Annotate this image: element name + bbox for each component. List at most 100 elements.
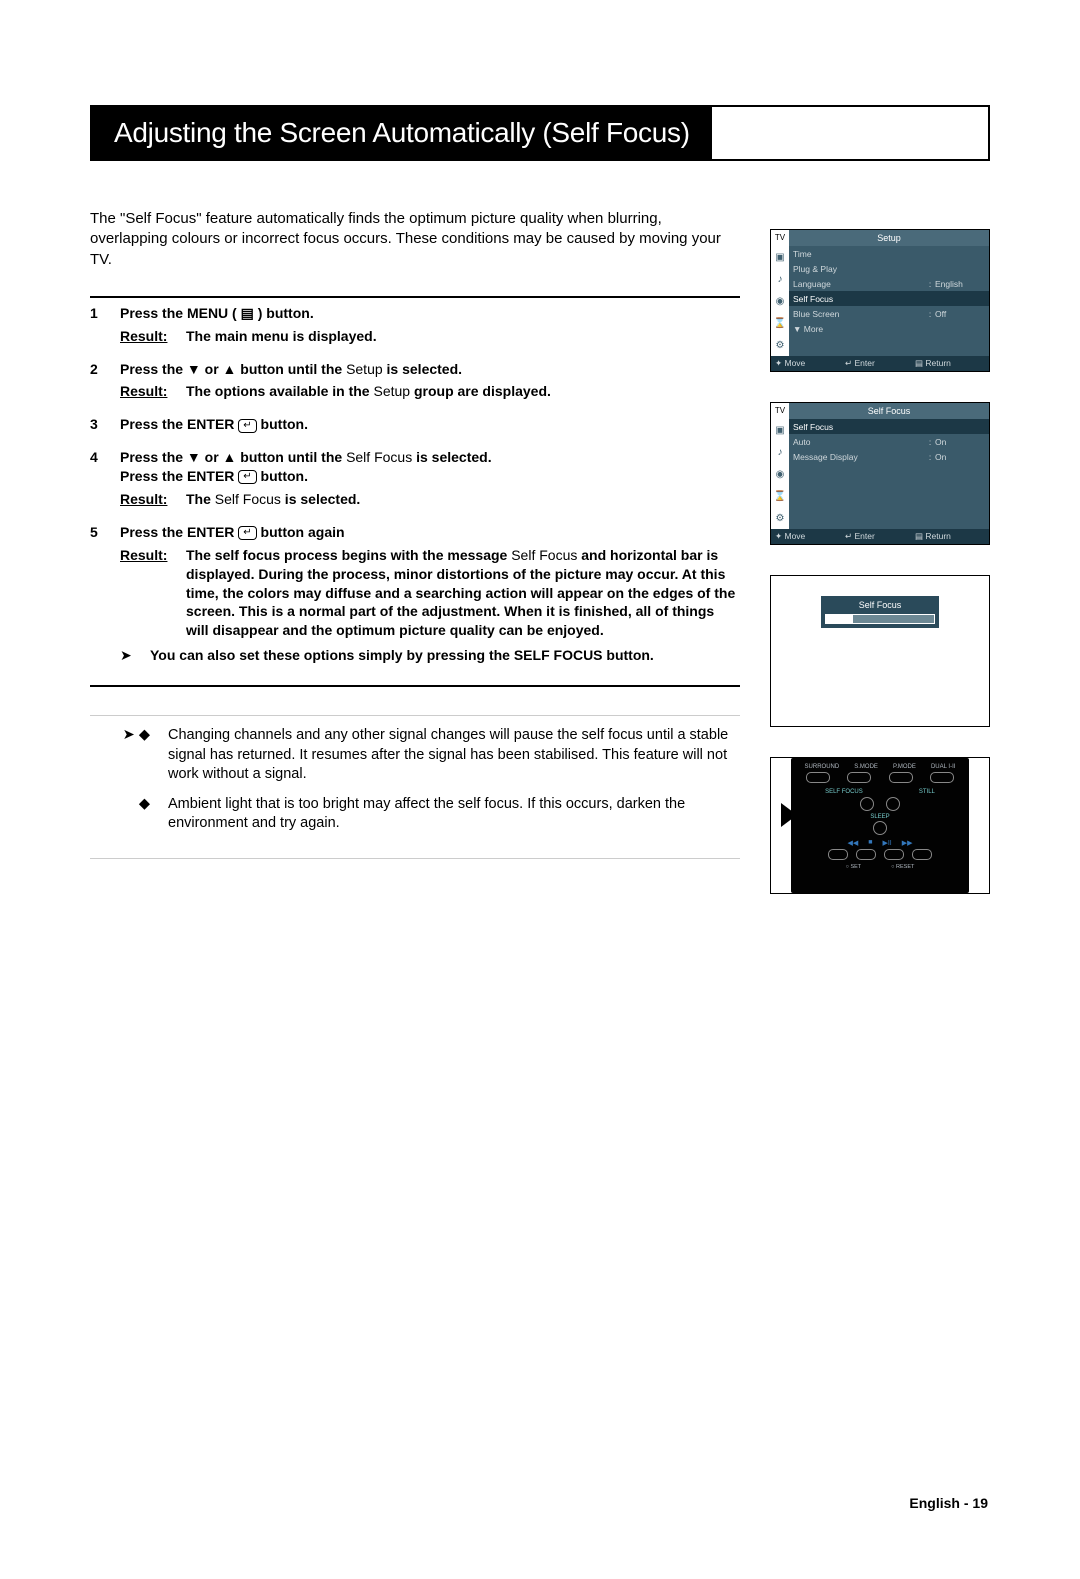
result-text-a: The bbox=[186, 491, 215, 507]
tip-line: ➤ You can also set these options simply … bbox=[120, 646, 740, 665]
step-number: 4 bbox=[90, 448, 120, 509]
steps-box: 1 Press the MENU ( ▤ ) button. Result: T… bbox=[90, 296, 740, 687]
enter-icon: ↵ bbox=[238, 419, 256, 433]
sleep-button bbox=[873, 821, 887, 835]
setup-word: Setup bbox=[373, 383, 410, 399]
step-text-tail: button again bbox=[257, 524, 345, 540]
osd-row: Auto:On bbox=[789, 434, 989, 449]
step-text: Press the bbox=[120, 468, 187, 484]
osd-setup: TV Setup ▣ ♪ ◉ ⌛ ⚙ TimePlug & PlayLangua… bbox=[770, 229, 990, 372]
osd-row bbox=[789, 464, 989, 479]
note-bullet: ◆ bbox=[90, 795, 168, 834]
page-title: Adjusting the Screen Automatically (Self… bbox=[92, 107, 712, 159]
result-label: Result: bbox=[120, 382, 186, 401]
remote-label: ○ RESET bbox=[891, 864, 914, 870]
channel-icon: ◉ bbox=[771, 463, 789, 485]
setup-icon: ⌛ bbox=[771, 312, 789, 334]
step-text-tail: is selected. bbox=[412, 449, 491, 465]
osd-row-label: Blue Screen bbox=[793, 309, 925, 319]
result-text-a: The self focus process begins with the m… bbox=[186, 547, 511, 563]
enter-label: ENTER bbox=[187, 524, 234, 540]
step-1: 1 Press the MENU ( ▤ ) button. Result: T… bbox=[90, 304, 740, 346]
remote-button bbox=[847, 772, 871, 783]
result-label: Result: bbox=[120, 327, 186, 346]
osd-enter: ↵ Enter bbox=[845, 531, 915, 542]
osd-row: Message Display:On bbox=[789, 449, 989, 464]
osd-row-label: Time bbox=[793, 249, 925, 259]
tip-icon: ➤ bbox=[120, 646, 150, 665]
osd-row-colon: : bbox=[925, 452, 935, 462]
remote-button bbox=[889, 772, 913, 783]
self-focus-button bbox=[860, 797, 874, 811]
remote-mid-labels: SELF FOCUSSTILL bbox=[797, 789, 963, 795]
picture-icon: ▣ bbox=[771, 246, 789, 268]
osd-progress: Self Focus bbox=[770, 575, 990, 727]
osd-row bbox=[789, 494, 989, 509]
notes-box: ➤ ◆ Changing channels and any other sign… bbox=[90, 715, 740, 859]
step-number: 3 bbox=[90, 415, 120, 434]
osd-row-colon: : bbox=[925, 279, 935, 289]
enter-label: ENTER bbox=[187, 468, 234, 484]
menu-label: MENU bbox=[187, 305, 228, 321]
osd-return: ▤ Return bbox=[915, 358, 985, 369]
note-text: Ambient light that is too bright may aff… bbox=[168, 795, 740, 834]
remote-label: S.MODE bbox=[854, 764, 878, 770]
remote-button bbox=[828, 849, 848, 860]
note-1: ➤ ◆ Changing channels and any other sign… bbox=[90, 726, 740, 785]
self-focus-word: Self Focus bbox=[346, 449, 412, 465]
osd-row: Self Focus bbox=[789, 419, 989, 434]
osd-row-label: Self Focus bbox=[793, 294, 925, 304]
sleep-label: SLEEP bbox=[797, 814, 963, 820]
step-text-tail: button. bbox=[257, 416, 308, 432]
osd-row-label: Language bbox=[793, 279, 925, 289]
osd-row-value: Off bbox=[935, 309, 985, 319]
osd-self-focus: TV Self Focus ▣ ♪ ◉ ⌛ ⚙ Self FocusAuto:O… bbox=[770, 402, 990, 545]
setup-word: Setup bbox=[346, 361, 383, 377]
function-icon: ⚙ bbox=[771, 507, 789, 529]
remote-button bbox=[856, 849, 876, 860]
osd-row: Plug & Play bbox=[789, 261, 989, 276]
remote-top-buttons bbox=[797, 772, 963, 783]
osd-row bbox=[789, 479, 989, 494]
function-icon: ⚙ bbox=[771, 334, 789, 356]
osd-row: Blue Screen:Off bbox=[789, 306, 989, 321]
picture-icon: ▣ bbox=[771, 419, 789, 441]
step-number: 1 bbox=[90, 304, 120, 346]
progress-label: Self Focus bbox=[825, 600, 935, 610]
osd-row: Time bbox=[789, 246, 989, 261]
remote-label: DUAL I-II bbox=[931, 764, 955, 770]
osd-icon-column: ▣ ♪ ◉ ⌛ ⚙ bbox=[771, 419, 789, 529]
transport-icon: ▶▶ bbox=[902, 839, 913, 847]
step-3: 3 Press the ENTER ↵ button. bbox=[90, 415, 740, 434]
osd-row-label: Plug & Play bbox=[793, 264, 925, 274]
osd-rows: Self FocusAuto:OnMessage Display:On bbox=[789, 419, 989, 529]
enter-icon: ↵ bbox=[238, 470, 256, 484]
osd-row-colon: : bbox=[925, 437, 935, 447]
remote-button bbox=[912, 849, 932, 860]
transport-labels: ◀◀■▶II▶▶ bbox=[797, 839, 963, 847]
remote-button bbox=[930, 772, 954, 783]
result-text-a: The options available in the bbox=[186, 383, 373, 399]
step-number: 2 bbox=[90, 360, 120, 402]
osd-row-label: Message Display bbox=[793, 452, 925, 462]
osd-icon-column: ▣ ♪ ◉ ⌛ ⚙ bbox=[771, 246, 789, 356]
channel-icon: ◉ bbox=[771, 290, 789, 312]
enter-label: ENTER bbox=[187, 416, 234, 432]
osd-row-value: On bbox=[935, 437, 985, 447]
osd-row-label: ▼ More bbox=[793, 324, 925, 334]
self-focus-word: Self Focus bbox=[511, 547, 577, 563]
step-4: 4 Press the ▼ or ▲ button until the Self… bbox=[90, 448, 740, 509]
remote-mid-buttons bbox=[797, 797, 963, 811]
step-text: Press the bbox=[120, 416, 187, 432]
result-text-b: group are displayed. bbox=[410, 383, 551, 399]
still-button bbox=[886, 797, 900, 811]
sound-icon: ♪ bbox=[771, 268, 789, 290]
step-text: Press the ▼ or ▲ button until the bbox=[120, 449, 346, 465]
main-content: The "Self Focus" feature automatically f… bbox=[90, 209, 740, 894]
osd-row: Language:English bbox=[789, 276, 989, 291]
result-label: Result: bbox=[120, 490, 186, 509]
osd-row-value: On bbox=[935, 452, 985, 462]
step-text: Press the bbox=[120, 305, 187, 321]
note-2: ◆ Ambient light that is too bright may a… bbox=[90, 795, 740, 834]
remote-top-labels: SURROUNDS.MODEP.MODEDUAL I-II bbox=[797, 764, 963, 770]
